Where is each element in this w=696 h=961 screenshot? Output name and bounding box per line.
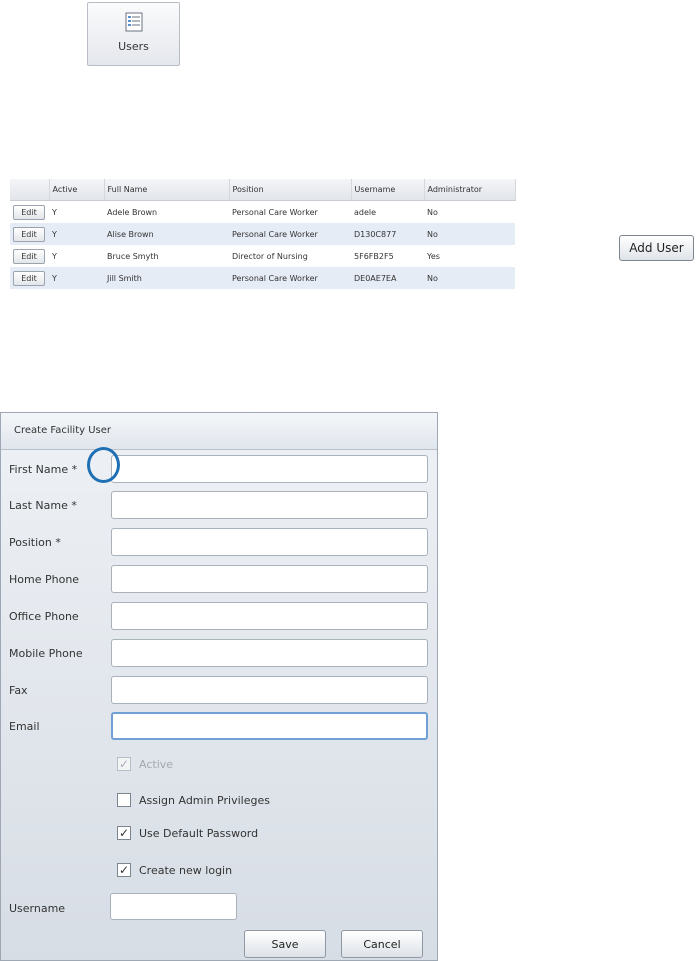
last-name-row: Last Name * — [1, 491, 439, 521]
cell-active: Y — [52, 207, 57, 217]
home-phone-label: Home Phone — [9, 573, 80, 586]
fax-label: Fax — [9, 684, 28, 697]
use-default-password-row[interactable]: ✓ Use Default Password — [117, 823, 258, 843]
cell-full-name: Alise Brown — [104, 223, 229, 245]
create-new-login-checkbox[interactable]: ✓ — [117, 863, 131, 877]
table-header-row: Active Full Name Position Username Admin… — [10, 179, 516, 201]
save-button[interactable]: Save — [244, 930, 326, 958]
cell-active: Y — [52, 251, 57, 261]
email-field[interactable] — [111, 712, 428, 740]
users-button-label: Users — [118, 40, 149, 53]
first-name-row: First Name * — [1, 455, 439, 485]
highlight-circle — [87, 447, 120, 483]
first-name-field[interactable] — [111, 455, 428, 483]
cell-administrator: No — [427, 207, 438, 217]
table-row[interactable]: Edit Y Alise Brown Personal Care Worker … — [10, 223, 515, 245]
cell-position: Director of Nursing — [232, 251, 308, 261]
create-new-login-row[interactable]: ✓ Create new login — [117, 860, 232, 880]
edit-button[interactable]: Edit — [13, 248, 45, 264]
table-row[interactable]: Edit Y Adele Brown Personal Care Worker … — [10, 201, 515, 224]
column-header-edit — [10, 179, 50, 201]
username-field[interactable] — [110, 893, 237, 920]
assign-admin-checkbox[interactable] — [117, 793, 131, 807]
cell-position: Personal Care Worker — [229, 223, 351, 245]
cell-administrator: No — [424, 223, 515, 245]
position-label: Position * — [9, 536, 61, 549]
email-label: Email — [9, 720, 40, 733]
email-row: Email — [1, 712, 439, 742]
edit-button[interactable]: Edit — [13, 204, 45, 220]
cell-administrator: Yes — [427, 251, 440, 261]
cell-username: D130C877 — [351, 223, 424, 245]
active-checkbox: ✓ — [117, 757, 131, 771]
cell-active: Y — [49, 267, 104, 289]
column-header-username[interactable]: Username — [351, 179, 425, 201]
cancel-button[interactable]: Cancel — [341, 930, 423, 958]
office-phone-row: Office Phone — [1, 602, 439, 632]
cell-username: 5F6FB2F5 — [354, 251, 394, 261]
users-table: Active Full Name Position Username Admin… — [10, 179, 516, 289]
dialog-title: Create Facility User — [1, 413, 437, 450]
assign-admin-row[interactable]: Assign Admin Privileges — [117, 790, 270, 810]
add-user-button[interactable]: Add User — [619, 235, 694, 261]
table-row[interactable]: Edit Y Jill Smith Personal Care Worker D… — [10, 267, 515, 289]
assign-admin-label[interactable]: Assign Admin Privileges — [139, 794, 270, 807]
last-name-label: Last Name * — [9, 499, 77, 512]
use-default-password-checkbox[interactable]: ✓ — [117, 826, 131, 840]
cell-full-name: Jill Smith — [104, 267, 229, 289]
edit-button[interactable]: Edit — [13, 226, 45, 242]
mobile-phone-row: Mobile Phone — [1, 639, 439, 669]
last-name-field[interactable] — [111, 491, 428, 519]
position-row: Position * — [1, 528, 439, 558]
position-field[interactable] — [111, 528, 428, 556]
mobile-phone-label: Mobile Phone — [9, 647, 83, 660]
office-phone-label: Office Phone — [9, 610, 79, 623]
username-label: Username — [9, 902, 66, 915]
fax-field[interactable] — [111, 676, 428, 704]
active-checkbox-row: ✓ Active — [117, 754, 173, 774]
cell-username: adele — [354, 207, 377, 217]
cell-active: Y — [49, 223, 104, 245]
users-button[interactable]: Users — [87, 2, 180, 66]
active-checkbox-label: Active — [139, 757, 174, 771]
first-name-label: First Name * — [9, 463, 78, 476]
create-facility-user-dialog: Create Facility User First Name * Last N… — [0, 412, 438, 961]
fax-row: Fax — [1, 676, 439, 706]
column-header-administrator[interactable]: Administrator — [424, 179, 516, 201]
column-header-position[interactable]: Position — [229, 179, 352, 201]
home-phone-row: Home Phone — [1, 565, 439, 595]
edit-button[interactable]: Edit — [13, 270, 45, 286]
mobile-phone-field[interactable] — [111, 639, 428, 667]
cell-position: Personal Care Worker — [232, 207, 318, 217]
cell-position: Personal Care Worker — [229, 267, 351, 289]
use-default-password-label[interactable]: Use Default Password — [139, 827, 258, 840]
cell-administrator: No — [424, 267, 515, 289]
cell-username: DE0AE7EA — [351, 267, 424, 289]
column-header-full-name[interactable]: Full Name — [104, 179, 230, 201]
create-new-login-label[interactable]: Create new login — [139, 864, 232, 877]
cell-full-name: Bruce Smyth — [107, 251, 159, 261]
user-list-icon — [125, 12, 142, 32]
home-phone-field[interactable] — [111, 565, 428, 593]
office-phone-field[interactable] — [111, 602, 428, 630]
table-row[interactable]: Edit Y Bruce Smyth Director of Nursing 5… — [10, 245, 515, 267]
column-header-active[interactable]: Active — [49, 179, 105, 201]
cell-full-name: Adele Brown — [107, 207, 158, 217]
